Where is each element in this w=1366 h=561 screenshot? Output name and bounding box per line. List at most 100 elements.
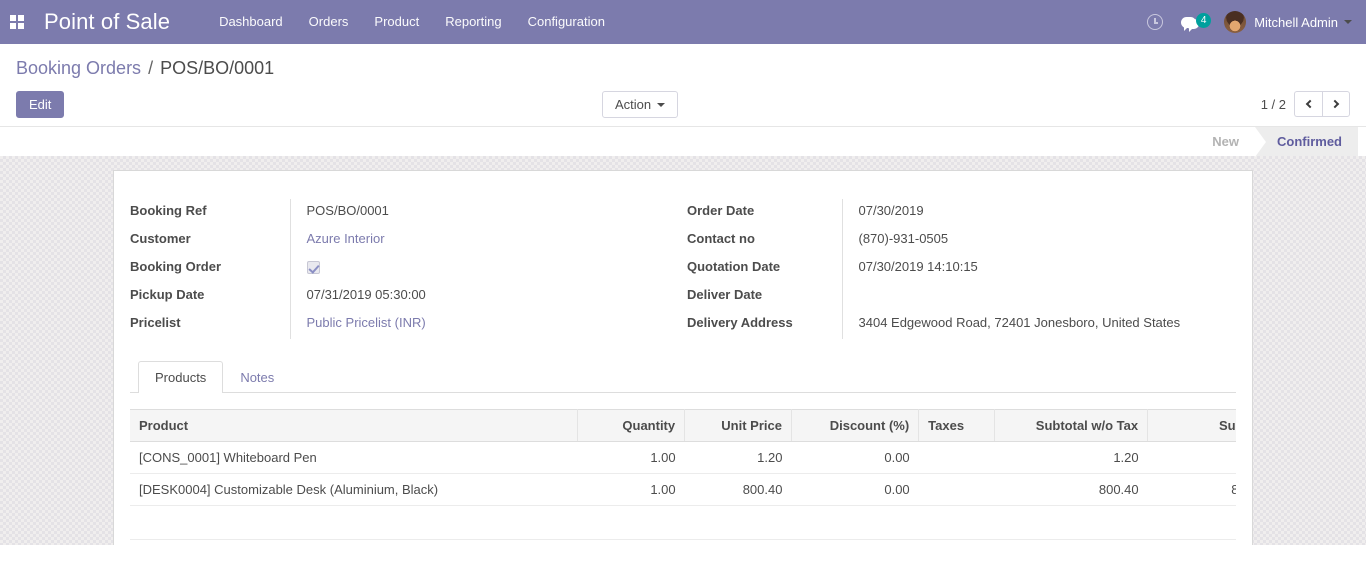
edit-button[interactable]: Edit: [16, 90, 65, 118]
field-value-order-date: 07/30/2019: [841, 199, 1236, 227]
field-label-quotation-date: Quotation Date: [687, 259, 781, 274]
chevron-down-icon: [657, 103, 666, 108]
chevron-right-icon: [1330, 99, 1340, 109]
cell-subtotal: 800.40: [1147, 473, 1236, 506]
chat-bubble-icon: [1181, 16, 1197, 31]
breadcrumb-root-link[interactable]: Booking Orders: [16, 58, 141, 78]
field-value-deliver-date: [841, 283, 1236, 311]
order-lines-body: [CONS_0001] Whiteboard Pen 1.00 1.20 0.0…: [130, 441, 1236, 540]
navbar-right-tools: 4 Mitchell Admin: [1133, 0, 1354, 44]
form-column-left: Booking Ref POS/BO/0001 Customer Azure I…: [130, 199, 683, 339]
column-header-product[interactable]: Product: [130, 409, 579, 442]
field-label-booking-ref: Booking Ref: [130, 203, 207, 218]
cell-empty: [130, 505, 1236, 540]
cell-product: [DESK0004] Customizable Desk (Aluminium,…: [130, 473, 578, 506]
field-pickup-date: Pickup Date 07/31/2019 05:30:00: [130, 283, 683, 311]
breadcrumb-current: POS/BO/0001: [160, 58, 275, 78]
clock-icon[interactable]: [1147, 14, 1164, 30]
status-bar-row: New Confirmed: [0, 126, 1366, 157]
tab-products[interactable]: Products: [138, 361, 224, 393]
menu-item-product[interactable]: Product: [361, 0, 432, 44]
status-stage-confirmed[interactable]: Confirmed: [1255, 127, 1358, 157]
column-header-discount[interactable]: Discount (%): [791, 409, 920, 442]
app-brand-title: Point of Sale: [44, 9, 171, 34]
pricelist-link[interactable]: Public Pricelist (INR): [307, 315, 426, 330]
field-value-delivery-address: 3404 Edgewood Road, 72401 Jonesboro, Uni…: [841, 311, 1236, 339]
field-label-deliver-date: Deliver Date: [687, 287, 763, 302]
field-booking-ref: Booking Ref POS/BO/0001: [130, 199, 683, 227]
notebook: Products Notes Product Quantity Unit Pri…: [130, 361, 1236, 540]
messages-button[interactable]: 4: [1177, 12, 1212, 32]
status-stage-new[interactable]: New: [1190, 127, 1255, 156]
cell-product: [CONS_0001] Whiteboard Pen: [130, 441, 578, 474]
control-panel: Booking Orders / POS/BO/0001 Edit Action…: [0, 44, 1366, 126]
breadcrumb: Booking Orders / POS/BO/0001: [16, 44, 1350, 82]
cell-subtotal-wo-tax: 1.20: [994, 441, 1148, 474]
chevron-left-icon: [1305, 99, 1314, 109]
field-delivery-address: Delivery Address 3404 Edgewood Road, 724…: [687, 311, 1236, 339]
field-label-pickup-date: Pickup Date: [130, 287, 205, 302]
pager-previous-button[interactable]: [1294, 91, 1322, 117]
field-order-date: Order Date 07/30/2019: [687, 199, 1236, 227]
booking-order-checkbox[interactable]: [306, 261, 320, 275]
avatar: [1224, 11, 1247, 33]
main-menu: Dashboard Orders Product Reporting Confi…: [206, 0, 618, 44]
pager-counter: 1 / 2: [1260, 96, 1286, 112]
field-value-quotation-date: 07/30/2019 14:10:15: [841, 255, 1236, 283]
user-menu[interactable]: Mitchell Admin: [1224, 11, 1354, 33]
form-table-left: Booking Ref POS/BO/0001 Customer Azure I…: [130, 199, 683, 339]
menu-item-dashboard[interactable]: Dashboard: [206, 0, 296, 44]
field-customer: Customer Azure Interior: [130, 227, 683, 255]
field-booking-order: Booking Order: [130, 255, 683, 283]
cell-taxes: [918, 441, 995, 474]
table-row-empty[interactable]: [130, 505, 1236, 540]
field-value-booking-order: [289, 255, 683, 283]
field-label-booking-order: Booking Order: [130, 259, 222, 274]
form-column-right: Order Date 07/30/2019 Contact no (870)-9…: [683, 199, 1236, 339]
control-panel-buttons: Edit Action 1 / 2: [16, 82, 1350, 126]
menu-item-orders[interactable]: Orders: [296, 0, 362, 44]
form-sheet: Booking Ref POS/BO/0001 Customer Azure I…: [113, 170, 1253, 545]
column-header-quantity[interactable]: Quantity: [577, 409, 686, 442]
order-lines-container: Product Quantity Unit Price Discount (%)…: [130, 393, 1236, 540]
chevron-down-icon: [1344, 20, 1352, 24]
field-contact-no: Contact no (870)-931-0505: [687, 227, 1236, 255]
pager-buttons: [1294, 91, 1350, 117]
form-fields-grid: Booking Ref POS/BO/0001 Customer Azure I…: [130, 187, 1236, 339]
field-value-booking-ref: POS/BO/0001: [289, 199, 683, 227]
menu-item-reporting[interactable]: Reporting: [432, 0, 514, 44]
table-row[interactable]: [CONS_0001] Whiteboard Pen 1.00 1.20 0.0…: [130, 441, 1236, 474]
table-row[interactable]: [DESK0004] Customizable Desk (Aluminium,…: [130, 473, 1236, 506]
cell-quantity: 1.00: [577, 441, 685, 474]
order-lines-head: Product Quantity Unit Price Discount (%)…: [130, 409, 1236, 442]
page-background: Booking Ref POS/BO/0001 Customer Azure I…: [0, 156, 1366, 545]
tab-notes[interactable]: Notes: [223, 361, 291, 393]
breadcrumb-separator: /: [148, 58, 154, 78]
action-dropdown-button[interactable]: Action: [602, 90, 679, 118]
field-quotation-date: Quotation Date 07/30/2019 14:10:15: [687, 255, 1236, 283]
notebook-tabs: Products Notes: [130, 361, 1236, 393]
apps-grid-icon[interactable]: [0, 0, 34, 44]
menu-item-configuration[interactable]: Configuration: [515, 0, 618, 44]
table-header-row: Product Quantity Unit Price Discount (%)…: [130, 409, 1236, 442]
cell-quantity: 1.00: [577, 473, 685, 506]
top-navbar: Point of Sale Dashboard Orders Product R…: [0, 0, 1366, 44]
column-header-subtotal[interactable]: Subtotal: [1147, 409, 1236, 442]
customer-link[interactable]: Azure Interior: [307, 231, 385, 246]
field-value-customer: Azure Interior: [289, 227, 683, 255]
cell-subtotal: 1.20: [1147, 441, 1236, 474]
field-value-pricelist: Public Pricelist (INR): [289, 311, 683, 339]
pager-next-button[interactable]: [1322, 91, 1350, 117]
field-label-contact-no: Contact no: [687, 231, 755, 246]
status-bar: New Confirmed: [1190, 127, 1358, 157]
column-header-taxes[interactable]: Taxes: [918, 409, 996, 442]
order-lines-table: Product Quantity Unit Price Discount (%)…: [130, 409, 1236, 540]
messages-count-badge: 4: [1196, 12, 1212, 28]
column-header-subtotal-wo-tax[interactable]: Subtotal w/o Tax: [994, 409, 1149, 442]
column-header-unit-price[interactable]: Unit Price: [684, 409, 792, 442]
apps-grid-glyph: [10, 15, 24, 29]
field-label-delivery-address: Delivery Address: [687, 315, 793, 330]
cell-unit-price: 1.20: [684, 441, 792, 474]
cell-subtotal-wo-tax: 800.40: [994, 473, 1148, 506]
field-label-order-date: Order Date: [687, 203, 755, 218]
